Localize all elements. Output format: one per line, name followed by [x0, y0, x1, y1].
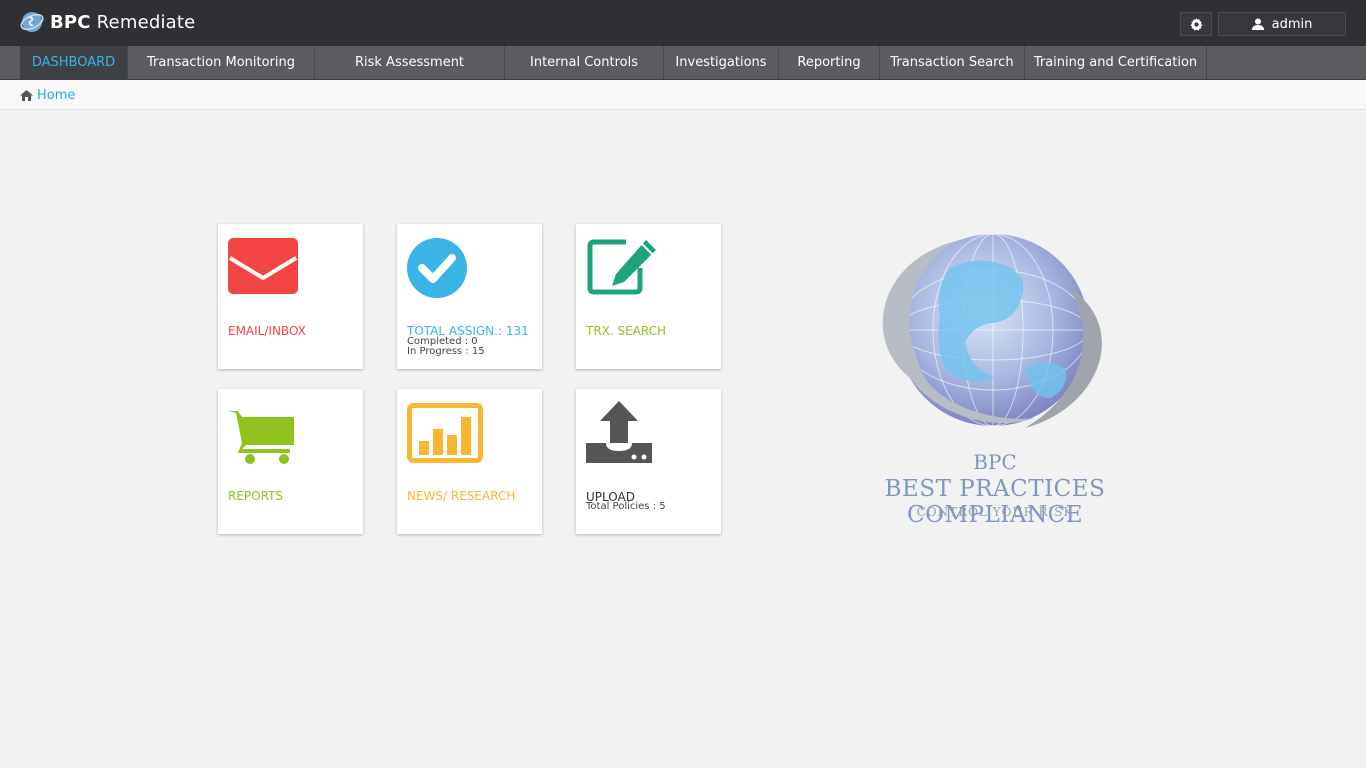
user-icon: [1251, 18, 1264, 30]
nav-investigations[interactable]: Investigations: [664, 46, 779, 79]
gear-icon: [1189, 17, 1203, 31]
logo-line-1: BPC: [973, 450, 1017, 474]
tile-email-label: EMAIL/INBOX: [228, 324, 306, 338]
top-bar: BPC Remediate admin: [0, 0, 1366, 47]
bpc-logo: BPC BEST PRACTICES COMPLIANCE CONTROL YO…: [800, 228, 1190, 528]
globe-logo-icon: [882, 233, 1102, 428]
nav-risk-assessment[interactable]: Risk Assessment: [315, 46, 505, 79]
settings-button[interactable]: [1180, 12, 1212, 36]
check-circle-icon: [407, 238, 467, 298]
breadcrumb-home[interactable]: Home: [20, 88, 75, 103]
main-nav: DASHBOARD Transaction Monitoring Risk As…: [0, 46, 1366, 80]
breadcrumb: Home: [0, 80, 1366, 110]
in-progress-count: In Progress : 15: [407, 346, 485, 357]
tile-reports-label: REPORTS: [228, 489, 284, 503]
bar-chart-icon: [407, 403, 483, 463]
tile-trx-search[interactable]: TRX. SEARCH: [576, 224, 721, 369]
user-menu-button[interactable]: admin: [1218, 12, 1346, 36]
tile-trx-label: TRX. SEARCH: [586, 324, 667, 338]
nav-transaction-monitoring[interactable]: Transaction Monitoring: [128, 46, 315, 79]
cart-icon: [228, 411, 294, 464]
edit-icon: [587, 239, 656, 295]
total-policies: Total Policies : 5: [586, 501, 666, 512]
app-title: BPC Remediate: [50, 11, 196, 33]
tile-news-research[interactable]: NEWS/ RESEARCH: [397, 389, 542, 534]
app-brand[interactable]: BPC Remediate: [20, 10, 195, 34]
nav-reporting[interactable]: Reporting: [779, 46, 880, 79]
logo-line-3: CONTROL YOUR RISK: [916, 505, 1074, 519]
user-name: admin: [1271, 16, 1313, 32]
globe-icon: [20, 12, 44, 32]
home-icon: [20, 90, 33, 101]
nav-dashboard[interactable]: DASHBOARD: [20, 46, 128, 79]
nav-internal-controls[interactable]: Internal Controls: [505, 46, 664, 79]
tile-news-label: NEWS/ RESEARCH: [407, 489, 516, 503]
tile-upload[interactable]: UPLOAD Total Policies : 5: [576, 389, 721, 534]
tile-email-inbox[interactable]: EMAIL/INBOX: [218, 224, 363, 369]
envelope-icon: [228, 238, 298, 294]
tile-reports[interactable]: REPORTS: [218, 389, 363, 534]
tile-total-assignments[interactable]: TOTAL ASSIGN.: 131 Completed : 0 In Prog…: [397, 224, 542, 369]
nav-training-certification[interactable]: Training and Certification: [1025, 46, 1207, 79]
nav-transaction-search[interactable]: Transaction Search: [880, 46, 1025, 79]
logo-line-2: BEST PRACTICES COMPLIANCE: [884, 476, 1106, 528]
upload-icon: [586, 401, 652, 463]
